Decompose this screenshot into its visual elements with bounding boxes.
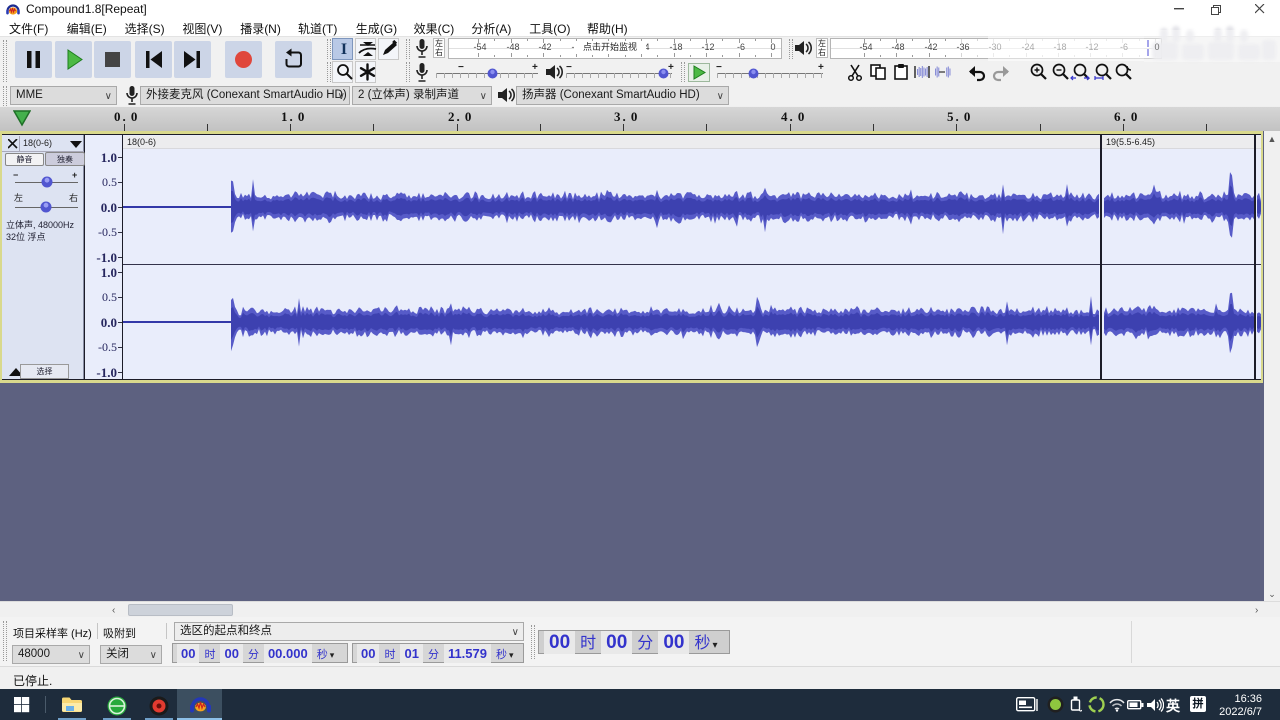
svg-text:I: I <box>341 41 347 58</box>
